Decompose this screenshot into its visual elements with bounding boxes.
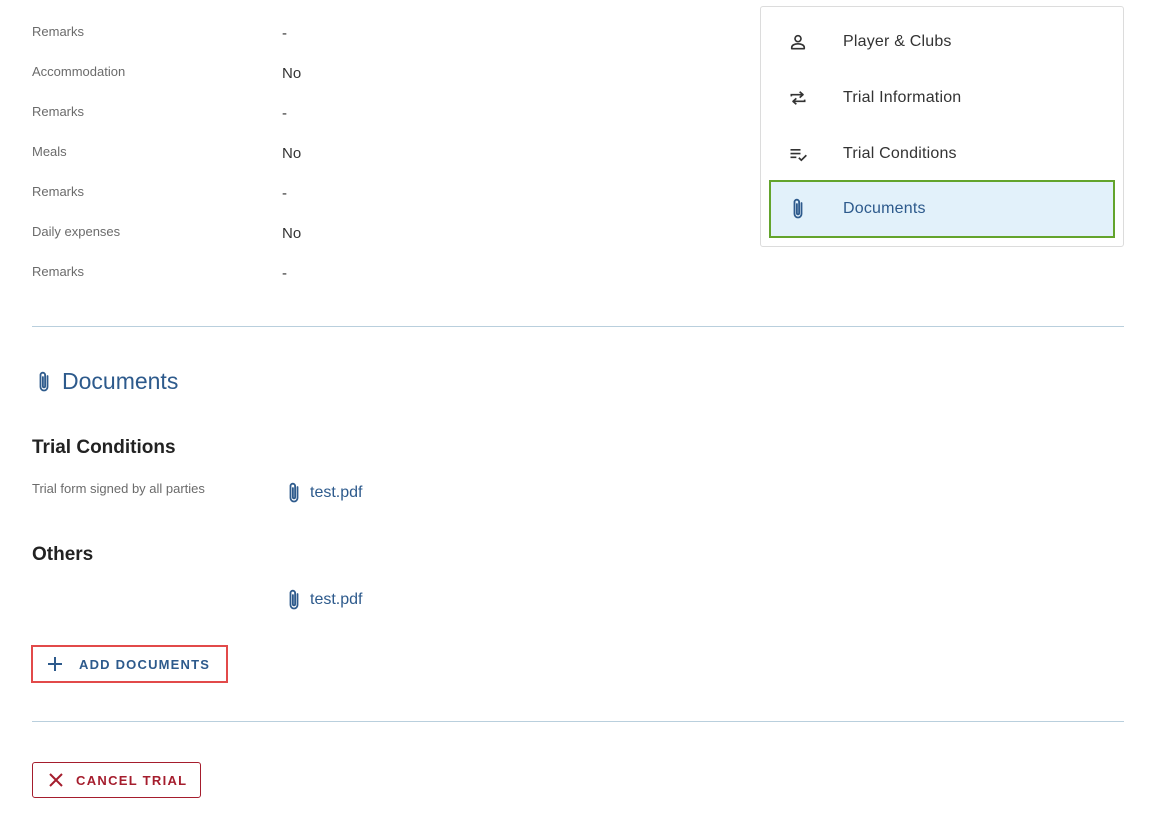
nav-item-player-clubs[interactable]: Player & Clubs <box>769 14 1115 70</box>
add-documents-button[interactable]: ADD DOCUMENTS <box>31 645 228 683</box>
add-documents-label: ADD DOCUMENTS <box>79 656 211 672</box>
field-value: - <box>282 105 287 122</box>
section-nav: Player & Clubs Trial Information Trial C… <box>760 6 1124 247</box>
paperclip-icon <box>286 481 302 505</box>
person-icon <box>787 31 809 53</box>
nav-item-documents[interactable]: Documents <box>769 180 1115 238</box>
repeat-icon <box>787 87 809 109</box>
field-label: Remarks <box>32 104 85 119</box>
document-link[interactable]: test.pdf <box>286 481 362 505</box>
field-label: Remarks <box>32 24 85 39</box>
field-value: - <box>282 185 287 202</box>
field-label: Remarks <box>32 184 85 199</box>
nav-item-label: Documents <box>843 200 926 217</box>
nav-item-label: Player & Clubs <box>843 33 952 50</box>
section-divider <box>32 721 1124 722</box>
checklist-icon <box>787 143 809 165</box>
document-link[interactable]: test.pdf <box>286 588 362 612</box>
document-filename: test.pdf <box>310 591 363 608</box>
plus-icon <box>47 656 63 672</box>
field-value: No <box>282 145 302 162</box>
paperclip-icon <box>286 588 302 612</box>
field-value: - <box>282 25 287 42</box>
field-label: Daily expenses <box>32 224 121 239</box>
field-value: No <box>282 225 302 242</box>
field-label: Meals <box>32 144 67 159</box>
field-value: - <box>282 265 287 282</box>
cancel-trial-label: CANCEL TRIAL <box>76 772 188 788</box>
paperclip-icon <box>36 369 52 395</box>
nav-item-trial-conditions[interactable]: Trial Conditions <box>769 126 1115 182</box>
page-title: Documents <box>62 368 179 394</box>
nav-item-label: Trial Information <box>843 89 962 106</box>
nav-item-trial-information[interactable]: Trial Information <box>769 70 1115 126</box>
documents-section-title: Documents <box>32 368 178 395</box>
cancel-trial-button[interactable]: CANCEL TRIAL <box>32 762 201 798</box>
group-heading: Others <box>32 544 94 565</box>
field-value: No <box>282 65 302 82</box>
field-label: Accommodation <box>32 64 126 79</box>
document-filename: test.pdf <box>310 484 363 501</box>
field-label: Remarks <box>32 264 85 279</box>
group-heading: Trial Conditions <box>32 437 176 458</box>
document-label: Trial form signed by all parties <box>32 481 205 496</box>
nav-item-label: Trial Conditions <box>843 145 957 162</box>
close-icon <box>48 772 64 788</box>
section-divider <box>32 326 1124 327</box>
paperclip-icon <box>787 198 809 220</box>
